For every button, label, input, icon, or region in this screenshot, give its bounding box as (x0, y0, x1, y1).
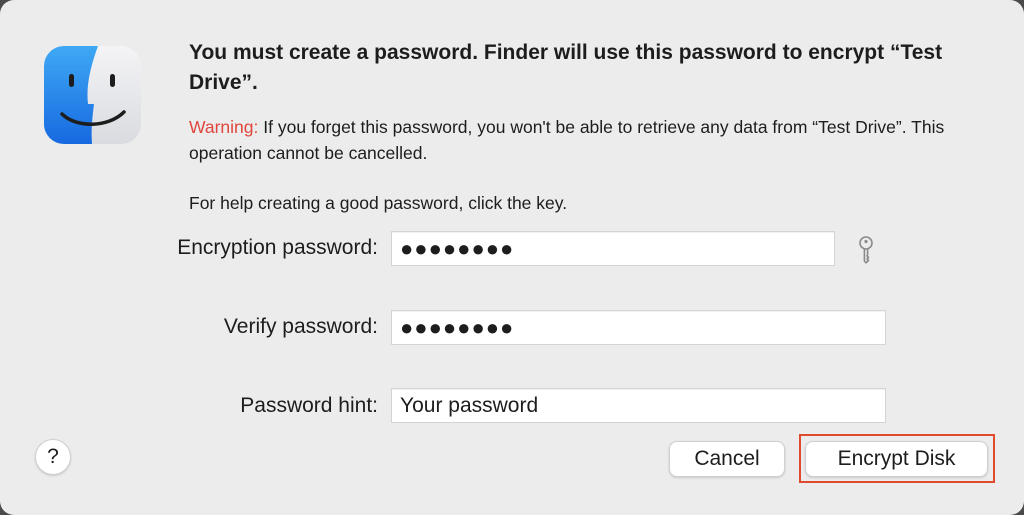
password-hint-value: Your password (400, 393, 539, 417)
warning-text: If you forget this password, you won't b… (189, 117, 945, 163)
verify-password-field[interactable]: ●●●●●●●● (391, 310, 886, 345)
dialog-title: You must create a password. Finder will … (189, 41, 943, 94)
help-button[interactable]: ? (35, 439, 71, 475)
password-hint-label: Password hint: (240, 394, 378, 417)
warning-message: Warning: If you forget this password, yo… (189, 114, 969, 166)
encrypt-dialog: You must create a password. Finder will … (0, 0, 1024, 515)
finder-icon (44, 46, 141, 144)
password-hint-field[interactable]: Your password (391, 388, 886, 423)
cancel-button[interactable]: Cancel (669, 441, 785, 477)
encryption-password-field[interactable]: ●●●●●●●● (391, 231, 835, 266)
key-icon[interactable] (855, 236, 877, 264)
verify-password-label: Verify password: (223, 315, 378, 338)
encrypt-button-highlight (799, 434, 995, 483)
encryption-password-label: Encryption password: (177, 236, 378, 259)
help-text: For help creating a good password, click… (189, 193, 568, 213)
verify-password-value: ●●●●●●●● (400, 314, 515, 340)
encryption-password-value: ●●●●●●●● (400, 235, 515, 261)
warning-label: Warning: (189, 117, 259, 137)
